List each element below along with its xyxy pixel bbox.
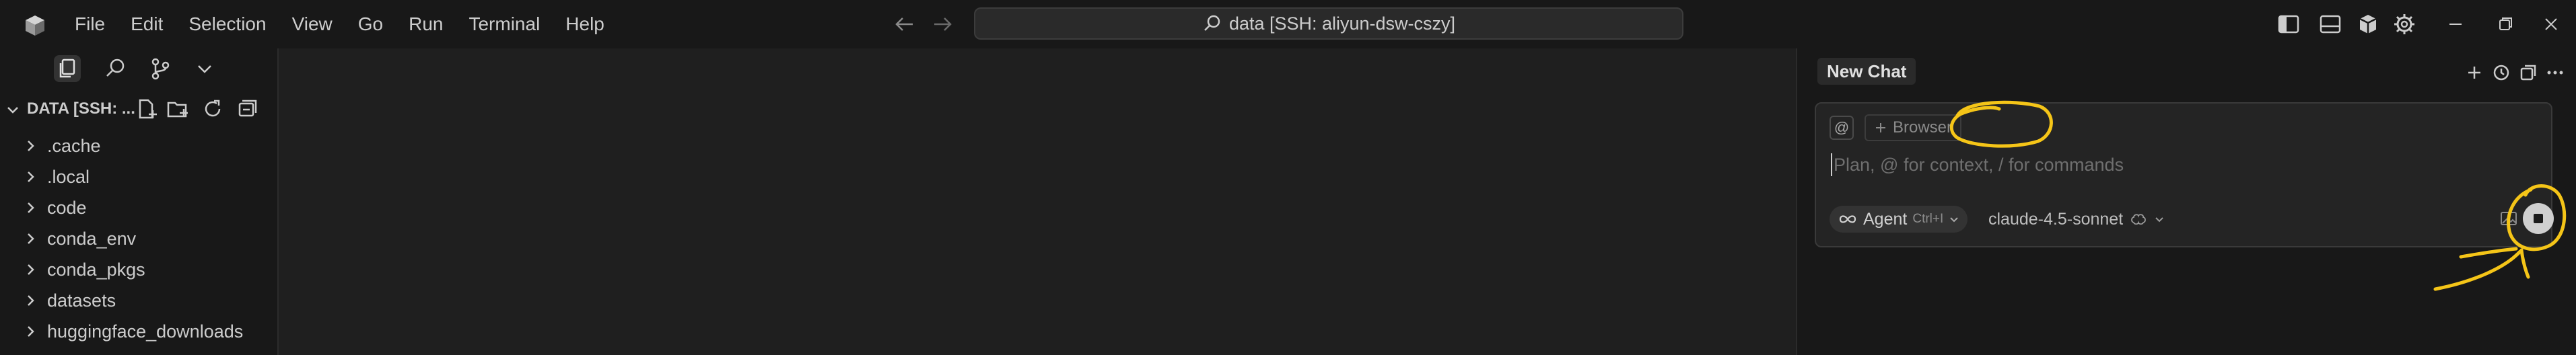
- toggle-secondary-sidebar-icon[interactable]: [2355, 11, 2381, 38]
- search-view-icon[interactable]: [102, 55, 129, 82]
- settings-gear-icon[interactable]: [2391, 11, 2418, 38]
- tree-item-label: conda_pkgs: [47, 260, 145, 280]
- menu-go[interactable]: Go: [345, 13, 396, 35]
- menu-help[interactable]: Help: [553, 13, 617, 35]
- title-bar: File Edit Selection View Go Run Terminal…: [0, 0, 2576, 48]
- chevron-right-icon: [28, 233, 34, 244]
- tree-item-label: code: [47, 198, 87, 218]
- minimize-icon[interactable]: [2443, 12, 2468, 36]
- search-icon: [1204, 15, 1220, 31]
- new-file-icon[interactable]: [135, 97, 159, 121]
- image-upload-icon[interactable]: [2499, 208, 2519, 229]
- stop-square-icon: [2534, 214, 2543, 223]
- sidebar-view-switcher: [0, 48, 277, 89]
- model-label: claude-4.5-sonnet: [1988, 209, 2124, 229]
- tree-item-label: datasets: [47, 290, 116, 311]
- menu-edit[interactable]: Edit: [118, 13, 176, 35]
- chevron-right-icon: [28, 295, 34, 306]
- restore-icon[interactable]: [2493, 12, 2517, 36]
- more-icon[interactable]: [2544, 62, 2566, 83]
- agent-mode-dropdown[interactable]: Agent Ctrl+I: [1830, 206, 1968, 233]
- refresh-icon[interactable]: [201, 97, 225, 121]
- tree-item-folder[interactable]: datasets: [0, 285, 277, 316]
- tree-item-label: .cache: [47, 136, 101, 156]
- tab-new-chat[interactable]: New Chat: [1817, 58, 1916, 85]
- chat-tab-label: New Chat: [1827, 61, 1907, 81]
- menu-run[interactable]: Run: [396, 13, 456, 35]
- infinity-icon: [1839, 215, 1856, 223]
- tree-item-folder[interactable]: conda_pkgs: [0, 254, 277, 285]
- tree-item-folder[interactable]: huggingface_downloads: [0, 316, 277, 347]
- toggle-panel-icon[interactable]: [2317, 11, 2344, 38]
- chat-input[interactable]: Plan, @ for context, / for commands: [1834, 155, 2124, 175]
- menu-file[interactable]: File: [62, 13, 118, 35]
- tree-item-folder[interactable]: .local: [0, 161, 277, 192]
- forward-arrow-icon[interactable]: [930, 12, 954, 36]
- chevron-down-icon: [1950, 217, 1958, 223]
- agent-mode-label: Agent: [1863, 209, 1908, 229]
- chevron-down-icon: [7, 107, 18, 114]
- stop-button[interactable]: [2523, 203, 2554, 234]
- explorer-header[interactable]: DATA [SSH: ...: [0, 94, 277, 124]
- new-folder-icon[interactable]: [166, 97, 190, 121]
- history-icon[interactable]: [2491, 62, 2512, 83]
- text-cursor: [1831, 153, 1832, 176]
- chevron-down-icon[interactable]: [191, 55, 218, 82]
- explorer-panel: DATA [SSH: ... .cache .local code conda_…: [0, 94, 277, 355]
- collapse-all-icon[interactable]: [236, 97, 260, 121]
- tree-item-label: conda_env: [47, 229, 137, 249]
- menu-view[interactable]: View: [279, 13, 345, 35]
- app-logo-icon: [26, 15, 44, 36]
- menu-selection[interactable]: Selection: [176, 13, 279, 35]
- toggle-primary-sidebar-icon[interactable]: [2275, 11, 2302, 38]
- search-text: data [SSH: aliyun-dsw-cszy]: [1228, 13, 1456, 34]
- chat-panel: New Chat @ Browser Plan, @ for context, …: [1797, 48, 2576, 355]
- plus-icon: [1876, 123, 1885, 132]
- browser-label: Browser: [1893, 118, 1953, 136]
- tree-item-label: huggingface_downloads: [47, 321, 244, 342]
- chevron-right-icon: [28, 202, 34, 213]
- explorer-icon[interactable]: [54, 55, 81, 82]
- source-control-icon[interactable]: [147, 55, 174, 82]
- back-arrow-icon[interactable]: [893, 12, 917, 36]
- open-in-editor-icon[interactable]: [2517, 62, 2539, 83]
- editor-area[interactable]: [279, 48, 1796, 355]
- chevron-right-icon: [28, 171, 34, 182]
- browser-context-button[interactable]: Browser: [1865, 114, 1962, 141]
- chevron-right-icon: [28, 141, 34, 151]
- plus-icon[interactable]: [2464, 62, 2485, 83]
- tree-item-folder[interactable]: conda_env: [0, 223, 277, 254]
- tree-item-label: .local: [47, 167, 90, 187]
- menu-bar: File Edit Selection View Go Run Terminal…: [62, 0, 617, 48]
- add-context-button[interactable]: @: [1830, 116, 1854, 140]
- tree-item-folder[interactable]: code: [0, 192, 277, 223]
- brain-icon: [2131, 214, 2147, 225]
- menu-terminal[interactable]: Terminal: [456, 13, 553, 35]
- agent-shortcut: Ctrl+I: [1912, 212, 1944, 226]
- chevron-down-icon: [2155, 217, 2163, 223]
- chat-composer: @ Browser Plan, @ for context, / for com…: [1815, 102, 2554, 247]
- explorer-root-title: DATA [SSH: ...: [27, 100, 135, 118]
- chevron-right-icon: [28, 326, 34, 337]
- chevron-right-icon: [28, 264, 34, 275]
- at-symbol: @: [1834, 119, 1850, 136]
- command-center-search[interactable]: data [SSH: aliyun-dsw-cszy]: [974, 7, 1683, 40]
- close-icon[interactable]: [2539, 12, 2563, 36]
- model-selector[interactable]: claude-4.5-sonnet: [1988, 206, 2165, 233]
- tree-item-folder[interactable]: .cache: [0, 130, 277, 161]
